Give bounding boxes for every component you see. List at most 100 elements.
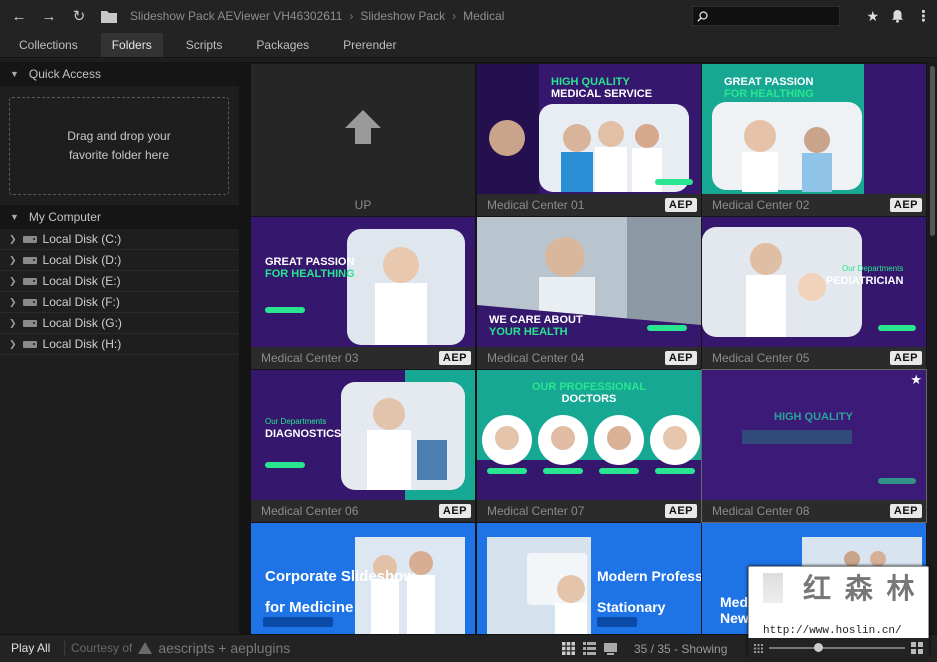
drop-zone[interactable]: Drag and drop your favorite folder here xyxy=(9,97,229,195)
sidebar-item-disk-d[interactable]: ❯ Local Disk (D:) xyxy=(0,250,239,271)
thumbnail-tile[interactable]: Our Departments DIAGNOSTICS Medical Cent… xyxy=(251,370,475,522)
courtesy-credit: Courtesy of aescripts + aeplugins xyxy=(64,640,290,656)
thumbnail-tile[interactable]: Our Departments PEDIATRICIAN Medical Cen… xyxy=(702,217,926,369)
large-grid-icon[interactable] xyxy=(911,642,923,654)
vertical-scrollbar[interactable] xyxy=(928,62,937,634)
sidebar-item-disk-f[interactable]: ❯ Local Disk (F:) xyxy=(0,292,239,313)
thumbnail-tile[interactable]: WE CARE ABOUT YOUR HEALTH Medical Center… xyxy=(477,217,701,369)
thumbnail-label: Medical Center 03 xyxy=(261,351,359,365)
caret-down-icon: ▼ xyxy=(10,69,19,79)
sidebar-item-disk-c[interactable]: ❯ Local Disk (C:) xyxy=(0,229,239,250)
thumbnail-headline: OUR PROFESSIONAL xyxy=(532,381,647,393)
aep-badge: AEP xyxy=(664,351,697,365)
disk-label: Local Disk (F:) xyxy=(42,295,120,309)
thumbnail-image: HIGH QUALITY xyxy=(702,370,926,500)
thumbnail-label: Medical Center 05 xyxy=(712,351,810,365)
aep-badge: AEP xyxy=(664,504,697,518)
view-toggle-group xyxy=(562,635,617,662)
hard-disk-icon xyxy=(22,340,37,348)
thumbnail-subline: DIAGNOSTICS xyxy=(265,428,341,440)
aep-badge: AEP xyxy=(889,198,922,212)
thumbnail-headline: HIGH QUALITY xyxy=(774,411,853,423)
favorite-star-icon[interactable]: ★ xyxy=(910,372,922,388)
disk-label: Local Disk (C:) xyxy=(42,232,122,246)
zoom-slider[interactable] xyxy=(769,643,905,652)
chevron-right-icon: ❯ xyxy=(9,296,17,307)
top-bar: ← → ↻ Slideshow Pack AEViewer VH46302611… xyxy=(0,0,937,32)
thumbnail-headline: Our Departments xyxy=(842,264,903,273)
chevron-right-icon: ❯ xyxy=(9,254,17,265)
small-grid-icon[interactable] xyxy=(754,643,763,653)
grid-view-icon[interactable] xyxy=(562,642,575,655)
thumbnail-tile[interactable]: OUR PROFESSIONAL DOCTORS Medical Center … xyxy=(477,370,701,522)
thumbnail-image: Our Departments PEDIATRICIAN xyxy=(702,217,926,347)
search-input[interactable] xyxy=(712,10,832,22)
thumbnail-headline: Our Departments xyxy=(265,417,326,426)
thumbnail-tile-selected[interactable]: HIGH QUALITY ★ Medical Center 08 AEP xyxy=(701,369,927,523)
breadcrumb: Slideshow Pack AEViewer VH46302611 › Sli… xyxy=(130,9,504,23)
thumbnail-image: HIGH QUALITY MEDICAL SERVICE xyxy=(477,64,701,194)
thumbnail-tile[interactable]: GREAT PASSION FOR HEALTHING Medical Cent… xyxy=(251,217,475,369)
tab-packages[interactable]: Packages xyxy=(245,33,320,57)
aep-badge: AEP xyxy=(438,504,471,518)
panel-splitter[interactable] xyxy=(239,62,249,634)
my-computer-header[interactable]: ▼ My Computer xyxy=(0,205,239,229)
search-icon xyxy=(697,10,708,22)
disk-label: Local Disk (G:) xyxy=(42,316,122,330)
thumbnail-subline: DOCTORS xyxy=(562,393,617,405)
tab-scripts[interactable]: Scripts xyxy=(175,33,234,57)
star-icon[interactable]: ★ xyxy=(866,8,879,25)
watermark-url: http://www.hoslin.cn/ xyxy=(763,625,902,637)
thumbnail-grid: UP HIGH QUALITY MEDICAL SERVICE Medical … xyxy=(249,62,927,634)
thumbnail-subline: PEDIATRICIAN xyxy=(826,275,903,287)
watermark-text: 红 森 林 xyxy=(803,572,917,605)
thumbnail-image: GREAT PASSION FOR HEALTHING xyxy=(251,217,475,347)
preview-view-icon[interactable] xyxy=(604,642,617,655)
play-all-button[interactable]: Play All xyxy=(0,641,64,655)
up-folder-tile[interactable]: UP xyxy=(251,64,475,216)
thumbnail-subline: FOR HEALTHING xyxy=(724,88,814,100)
tab-prerender[interactable]: Prerender xyxy=(332,33,407,57)
list-view-icon[interactable] xyxy=(583,642,596,655)
more-vertical-icon[interactable]: ⋮ xyxy=(916,7,931,25)
forward-arrow-icon[interactable]: → xyxy=(34,0,64,32)
thumbnail-headline: HIGH QUALITY xyxy=(551,76,630,88)
thumbnail-label: Medical Center 04 xyxy=(487,351,585,365)
thumbnail-subline: YOUR HEALTH xyxy=(489,326,568,338)
zoom-slider-handle[interactable] xyxy=(814,643,823,652)
chevron-right-icon: ❯ xyxy=(9,317,17,328)
quick-access-header[interactable]: ▼ Quick Access xyxy=(0,62,239,86)
chevron-right-icon: ❯ xyxy=(9,233,17,244)
thumbnail-tile[interactable]: Modern Professional Stationary xyxy=(477,523,701,634)
thumbnail-image: Our Departments DIAGNOSTICS xyxy=(251,370,475,500)
thumbnail-label: Medical Center 08 xyxy=(712,504,810,518)
chevron-right-icon: › xyxy=(452,9,457,23)
zoom-slider-bar xyxy=(748,638,929,658)
hard-disk-icon xyxy=(22,256,37,264)
scrollbar-thumb[interactable] xyxy=(930,66,935,236)
folder-icon[interactable] xyxy=(94,0,124,32)
sidebar-item-disk-h[interactable]: ❯ Local Disk (H:) xyxy=(0,334,239,355)
thumbnail-tile[interactable]: HIGH QUALITY MEDICAL SERVICE Medical Cen… xyxy=(477,64,701,216)
sidebar-item-disk-g[interactable]: ❯ Local Disk (G:) xyxy=(0,313,239,334)
thumbnail-tile[interactable]: GREAT PASSION FOR HEALTHING Medical Cent… xyxy=(702,64,926,216)
breadcrumb-item[interactable]: Slideshow Pack AEViewer VH46302611 xyxy=(130,9,342,23)
search-box[interactable] xyxy=(692,6,840,26)
tab-bar: Collections Folders Scripts Packages Pre… xyxy=(0,32,937,58)
breadcrumb-item[interactable]: Medical xyxy=(463,9,504,23)
refresh-icon[interactable]: ↻ xyxy=(64,0,94,32)
sidebar-item-disk-e[interactable]: ❯ Local Disk (E:) xyxy=(0,271,239,292)
brand-label: aescripts + aeplugins xyxy=(158,640,291,656)
item-count: 35 / 35 - Showing xyxy=(634,641,728,656)
breadcrumb-item[interactable]: Slideshow Pack xyxy=(360,9,445,23)
aep-badge: AEP xyxy=(889,351,922,365)
hard-disk-icon xyxy=(22,319,37,327)
chevron-right-icon: ❯ xyxy=(9,338,17,349)
aep-badge: AEP xyxy=(438,351,471,365)
back-arrow-icon[interactable]: ← xyxy=(4,0,34,32)
tab-collections[interactable]: Collections xyxy=(8,33,89,57)
disk-label: Local Disk (D:) xyxy=(42,253,122,267)
tab-folders[interactable]: Folders xyxy=(100,32,163,57)
thumbnail-tile[interactable]: Corporate Slideshow for Medicine xyxy=(251,523,475,634)
bell-icon[interactable] xyxy=(891,9,904,23)
